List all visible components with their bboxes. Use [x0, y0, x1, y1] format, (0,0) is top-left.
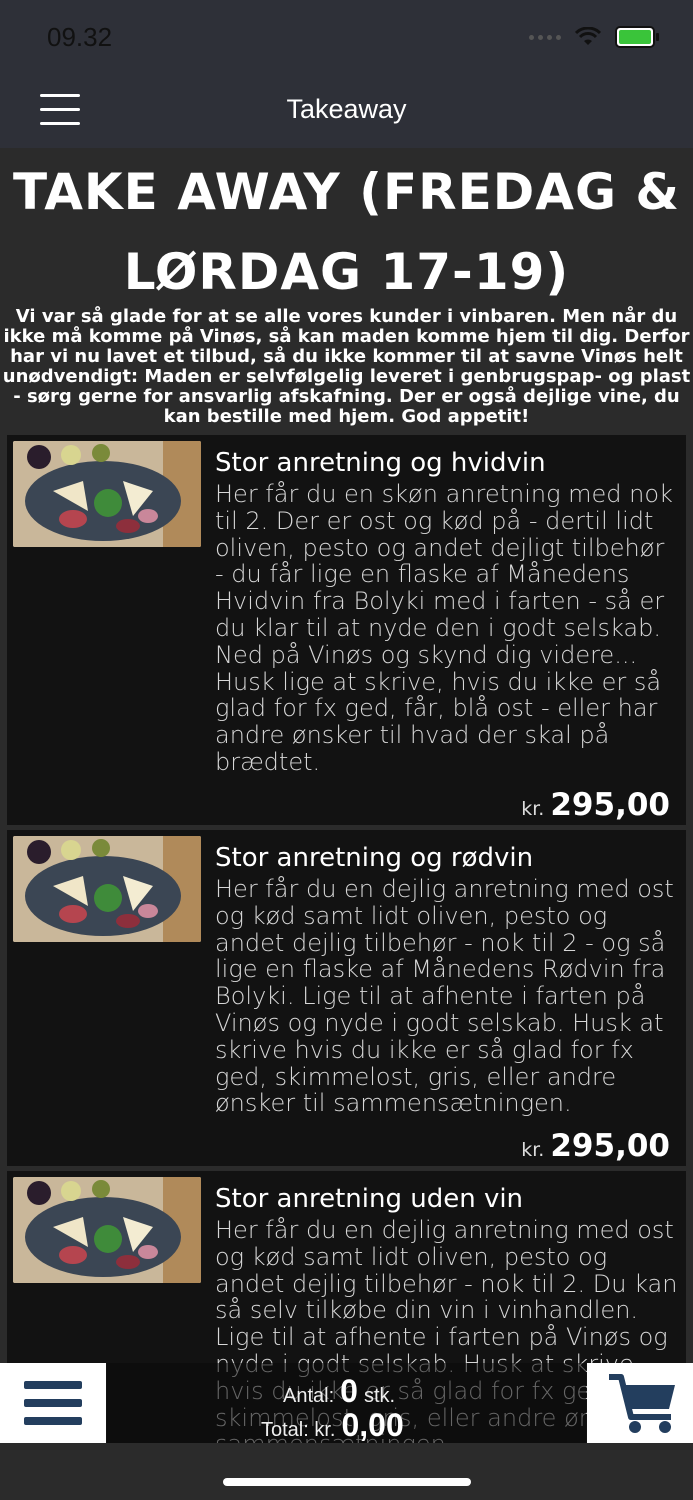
cart-count-label: Antal: — [283, 1385, 335, 1407]
signal-icon — [529, 34, 561, 40]
product-image — [13, 441, 201, 547]
product-name: Stor anretning uden vin — [215, 1184, 524, 1214]
product-description: Her får du en skøn anretning med nok til… — [215, 480, 673, 776]
cart-total-value: 0,00 — [341, 1407, 404, 1443]
product-price: kr. 295,00 — [521, 787, 670, 823]
price-currency: kr. — [521, 1139, 545, 1161]
price-currency: kr. — [521, 798, 545, 820]
product-name: Stor anretning og hvidvin — [215, 448, 546, 478]
cart-count-value: 0 — [340, 1373, 358, 1409]
product-card[interactable]: Stor anretning og hvidvin Her får du en … — [7, 435, 686, 825]
shopping-cart-icon[interactable] — [587, 1363, 693, 1443]
wifi-icon — [575, 27, 601, 45]
price-amount: 295,00 — [550, 787, 670, 823]
product-card[interactable]: Stor anretning og rødvin Her får du en d… — [7, 830, 686, 1166]
page-title-line-1: TAKE AWAY (FREDAG & — [12, 163, 681, 221]
product-price: kr. 295,00 — [521, 1128, 670, 1164]
page-title-line-2: LØRDAG 17-19) — [123, 243, 570, 301]
cart-total-label: Total: kr. — [261, 1419, 336, 1441]
page-title: TAKE AWAY (FREDAG & LØRDAG 17-19) — [0, 152, 693, 312]
intro-text: Vi var så glade for at se alle vores kun… — [2, 306, 691, 427]
cart-count-unit: stk. — [363, 1385, 396, 1407]
cart-total: Total: kr. 0,00 — [261, 1407, 404, 1444]
cart-summary: Antal: 0 stk. Total: kr. 0,00 — [107, 1363, 586, 1443]
home-indicator[interactable] — [223, 1478, 471, 1486]
list-menu-icon[interactable] — [0, 1363, 106, 1443]
price-amount: 295,00 — [550, 1128, 670, 1164]
cart-count: Antal: 0 stk. — [283, 1373, 395, 1410]
product-description: Her får du en dejlig anretning med ost o… — [215, 875, 674, 1118]
top-bar: 09.32 Takeaway — [0, 0, 693, 148]
product-image — [13, 1177, 201, 1283]
bottom-area — [0, 1443, 693, 1500]
status-icons — [529, 26, 659, 48]
cart-bar: Antal: 0 stk. Total: kr. 0,00 — [0, 1363, 693, 1443]
product-name: Stor anretning og rødvin — [215, 843, 534, 873]
status-time: 09.32 — [47, 22, 113, 52]
header-title: Takeaway — [286, 94, 407, 124]
battery-icon — [615, 26, 659, 48]
product-image — [13, 836, 201, 942]
